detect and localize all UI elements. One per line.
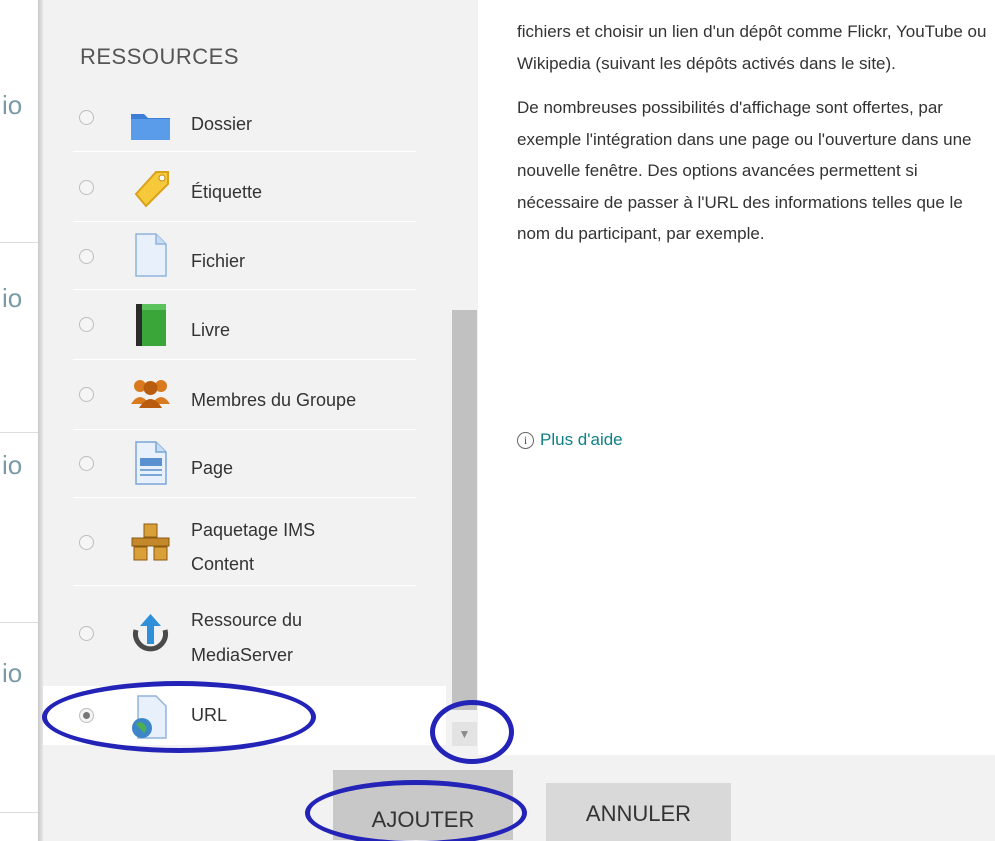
mediaserver-upload-icon bbox=[133, 614, 168, 652]
option-paquetage-ims-content[interactable]: Paquetage IMS Content bbox=[43, 498, 446, 586]
ims-package-icon bbox=[131, 523, 170, 561]
option-label: Paquetage IMS bbox=[191, 520, 316, 540]
info-icon: i bbox=[517, 431, 534, 449]
help-paragraph: fichiers et choisir un lien d'un dépôt c… bbox=[517, 22, 987, 73]
activity-chooser-list: RESSOURCES Dossier Étiquette Fichier Liv… bbox=[43, 0, 478, 755]
radio-button[interactable] bbox=[79, 535, 94, 550]
radio-button[interactable] bbox=[79, 317, 94, 332]
option-label: Membres du Groupe bbox=[191, 390, 357, 410]
background-text-fragment: io bbox=[2, 450, 23, 480]
more-help-link[interactable]: i Plus d'aide bbox=[517, 430, 623, 450]
background-page-strip: io io io io bbox=[0, 0, 42, 841]
page-icon bbox=[135, 441, 167, 485]
option-label: Fichier bbox=[191, 251, 246, 271]
background-text-fragment: io bbox=[2, 658, 23, 688]
option-label: Content bbox=[191, 554, 255, 574]
book-icon bbox=[136, 304, 166, 346]
scrollbar-thumb[interactable] bbox=[452, 310, 477, 710]
dialog-footer: AJOUTER ANNULER bbox=[43, 755, 995, 841]
folder-icon bbox=[131, 114, 170, 140]
option-ressource-du-mediaserver[interactable]: Ressource du MediaServer bbox=[43, 586, 446, 686]
option-label: Page bbox=[191, 458, 234, 478]
option-label: Dossier bbox=[191, 114, 253, 134]
option-label: Livre bbox=[191, 320, 231, 340]
radio-button-selected[interactable] bbox=[79, 708, 94, 723]
add-button[interactable]: AJOUTER bbox=[333, 770, 513, 840]
more-help-label: Plus d'aide bbox=[540, 430, 623, 449]
scroll-down-arrow[interactable]: ▼ bbox=[452, 722, 477, 746]
option-etiquette[interactable]: Étiquette bbox=[43, 152, 446, 222]
cancel-button[interactable]: ANNULER bbox=[546, 783, 731, 841]
divider bbox=[0, 622, 42, 623]
section-title: RESSOURCES bbox=[80, 44, 240, 69]
help-paragraph: De nombreuses possibilités d'affichage s… bbox=[517, 98, 972, 243]
option-label: Étiquette bbox=[191, 182, 263, 202]
option-livre[interactable]: Livre bbox=[43, 290, 446, 360]
divider bbox=[0, 432, 42, 433]
radio-button[interactable] bbox=[79, 387, 94, 402]
option-label: Ressource du bbox=[191, 610, 303, 630]
radio-button[interactable] bbox=[79, 180, 94, 195]
option-page[interactable]: Page bbox=[43, 430, 446, 498]
divider bbox=[0, 242, 42, 243]
label-tag-icon bbox=[134, 171, 169, 208]
radio-button[interactable] bbox=[79, 110, 94, 125]
option-url[interactable]: URL bbox=[43, 686, 446, 745]
url-globe-icon bbox=[132, 695, 167, 739]
option-label: URL bbox=[191, 705, 228, 725]
group-members-icon bbox=[131, 380, 170, 408]
option-membres-du-groupe[interactable]: Membres du Groupe bbox=[43, 360, 446, 430]
option-dossier[interactable]: Dossier bbox=[43, 100, 446, 152]
option-fichier[interactable]: Fichier bbox=[43, 222, 446, 290]
help-description: fichiers et choisir un lien d'un dépôt c… bbox=[517, 16, 987, 263]
background-text-fragment: io bbox=[2, 90, 23, 120]
option-label: MediaServer bbox=[191, 645, 294, 665]
radio-button[interactable] bbox=[79, 626, 94, 641]
file-icon bbox=[135, 233, 167, 277]
background-text-fragment: io bbox=[2, 283, 23, 313]
divider bbox=[0, 812, 42, 813]
radio-button[interactable] bbox=[79, 249, 94, 264]
radio-button[interactable] bbox=[79, 456, 94, 471]
